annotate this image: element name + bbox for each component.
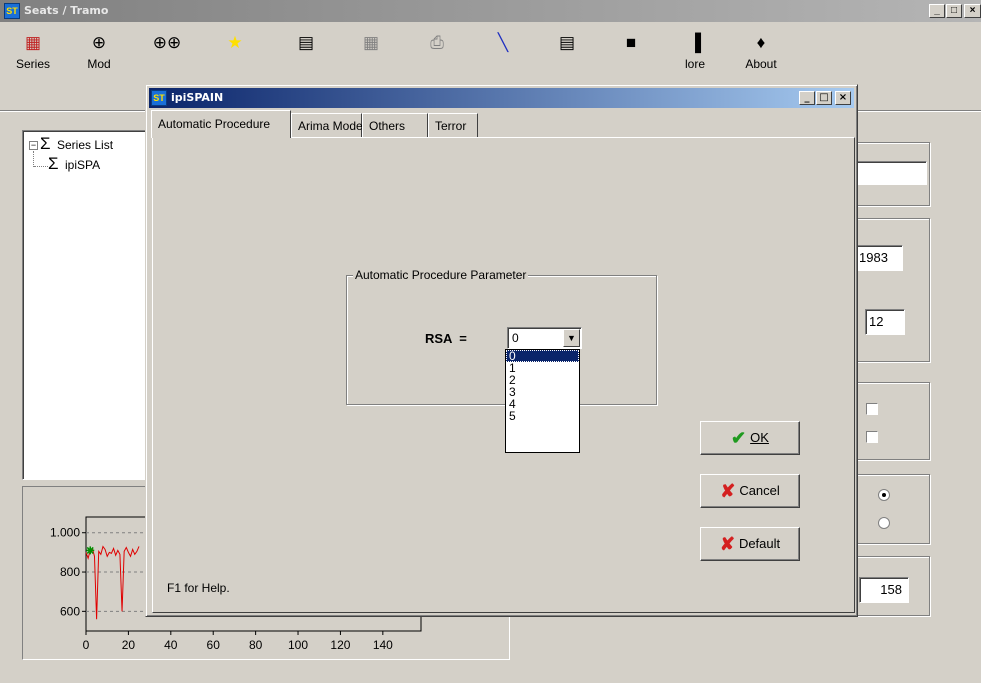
x-tick-label: 100 xyxy=(288,638,308,652)
x-tick-label: 80 xyxy=(249,638,263,652)
app-icon[interactable]: ST xyxy=(4,3,20,19)
series-marker xyxy=(86,546,95,555)
rsa-label: RSA = xyxy=(425,331,467,346)
model-icon: ⊕ xyxy=(91,33,107,52)
rsa-dropdown-list[interactable]: 012345 xyxy=(505,349,580,453)
minimize-button[interactable]: _ xyxy=(929,4,945,18)
x-tick-label: 140 xyxy=(373,638,393,652)
graph-icon: ╲ xyxy=(497,33,509,52)
maximize-button[interactable]: □ xyxy=(946,4,962,18)
app-icon-text: ST xyxy=(6,6,18,16)
toolbar-button-label: Mod xyxy=(87,57,111,71)
rsa-option[interactable]: 4 xyxy=(506,398,579,410)
ok-label: OK xyxy=(750,430,769,445)
y-tick-label: 1.000 xyxy=(50,526,80,540)
default-label: Default xyxy=(738,536,781,551)
run-icon: ★ xyxy=(227,33,243,52)
option-radio-2[interactable] xyxy=(878,517,890,529)
print-icon: ⎙ xyxy=(430,33,444,52)
rsa-option[interactable]: 1 xyxy=(506,362,579,374)
toolbar-button-label: Series xyxy=(15,57,50,71)
toolbar-button-label: About xyxy=(745,57,777,71)
tree-connector xyxy=(34,166,48,167)
close-button[interactable]: × xyxy=(964,4,981,18)
help-text: F1 for Help. xyxy=(167,581,230,595)
x-tick-label: 40 xyxy=(164,638,178,652)
output-icon: ▤ xyxy=(297,33,315,52)
table-icon: ▦ xyxy=(362,33,380,52)
group-label: Automatic Procedure Parameter xyxy=(353,268,529,282)
y-tick-label: 800 xyxy=(60,565,80,579)
sigma-icon: Σ xyxy=(40,134,51,153)
main-window-title-bar[interactable]: ST Seats / Tramo _ □ × xyxy=(0,0,981,22)
tab-terror[interactable]: Terror xyxy=(428,113,478,137)
tree-collapse-icon[interactable]: − xyxy=(29,141,38,150)
rsa-select-value: 0 xyxy=(512,331,519,345)
rsa-option[interactable]: 3 xyxy=(506,386,579,398)
period-field[interactable]: 12 xyxy=(865,309,905,335)
default-button[interactable]: ✘ Default xyxy=(700,527,800,561)
x-tick-label: 120 xyxy=(330,638,350,652)
year-field[interactable]: 1983 xyxy=(855,245,903,271)
series-icon: ▦ xyxy=(24,33,42,52)
series-line xyxy=(85,545,140,620)
x-tick-label: 20 xyxy=(122,638,136,652)
tree-child-label[interactable]: ipiSPA xyxy=(65,158,100,172)
cancel-button[interactable]: ✘ Cancel xyxy=(700,474,800,508)
database-icon: ▤ xyxy=(558,33,576,52)
dialog-close-button[interactable]: × xyxy=(835,91,851,105)
tab-others[interactable]: Others xyxy=(362,113,428,137)
explore-icon: ▐ xyxy=(688,33,702,52)
main-window-title: Seats / Tramo xyxy=(24,4,109,17)
chevron-down-icon[interactable]: ▼ xyxy=(563,329,580,347)
option-checkbox-1[interactable] xyxy=(866,403,878,415)
observations-field[interactable]: 158 xyxy=(859,577,909,603)
ipispain-dialog: ST ipiSPAIN _ □ × Automatic Procedure Ari… xyxy=(145,84,858,617)
toolbar-button-label: lore xyxy=(684,57,705,71)
default-icon: ✘ xyxy=(719,534,735,554)
tab-arima-model[interactable]: Arima Model xyxy=(291,113,365,137)
y-tick-label: 600 xyxy=(60,604,80,618)
checkmark-icon: ✔ xyxy=(731,428,747,448)
x-tick-label: 0 xyxy=(83,638,90,652)
dialog-app-icon[interactable]: ST xyxy=(151,90,167,106)
toolbar-button-1[interactable]: ▦ Series xyxy=(4,26,62,96)
dialog-title: ipiSPAIN xyxy=(171,91,224,104)
rsa-option[interactable]: 2 xyxy=(506,374,579,386)
save-icon: ■ xyxy=(625,33,637,52)
dialog-minimize-button[interactable]: _ xyxy=(799,91,815,105)
multi-model-icon: ⊕⊕ xyxy=(152,33,182,52)
about-icon: ♦ xyxy=(756,33,766,52)
tab-automatic-procedure[interactable]: Automatic Procedure xyxy=(151,110,291,138)
toolbar-button-2[interactable]: ⊕ Mod xyxy=(70,26,128,96)
tree-connector xyxy=(33,151,34,167)
option-checkbox-2[interactable] xyxy=(866,431,878,443)
cancel-label: Cancel xyxy=(739,483,780,498)
automatic-procedure-group: Automatic Procedure Parameter RSA = 0 ▼ xyxy=(346,268,657,405)
x-tick-label: 60 xyxy=(207,638,221,652)
rsa-option[interactable]: 0 xyxy=(506,350,579,362)
dialog-app-icon-text: ST xyxy=(153,93,165,103)
dialog-title-bar[interactable]: ST ipiSPAIN _ □ × xyxy=(149,88,854,108)
rsa-select[interactable]: 0 ▼ xyxy=(507,327,582,349)
dialog-maximize-button[interactable]: □ xyxy=(816,91,832,105)
tree-root-label[interactable]: Series List xyxy=(57,138,113,152)
ok-button[interactable]: ✔ OK xyxy=(700,421,800,455)
sigma-icon: Σ xyxy=(48,154,59,173)
cancel-icon: ✘ xyxy=(720,481,736,501)
right-text-field[interactable] xyxy=(855,161,927,185)
option-radio-1[interactable] xyxy=(878,489,890,501)
rsa-option[interactable]: 5 xyxy=(506,410,579,422)
